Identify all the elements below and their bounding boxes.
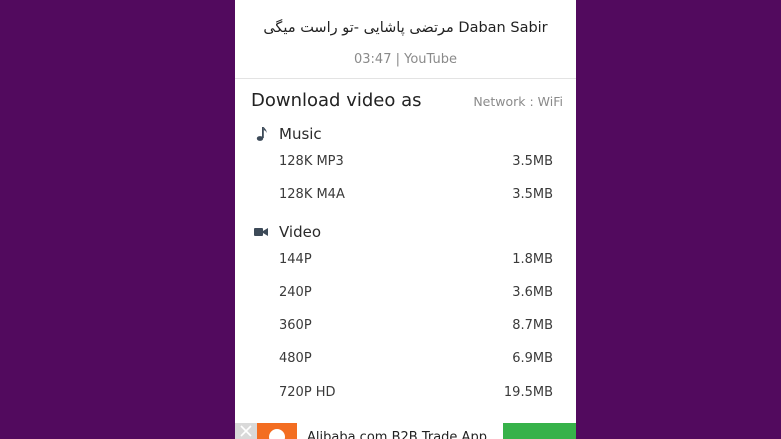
divider (235, 78, 576, 79)
ad-text: Alibaba.com B2B Trade App (307, 430, 487, 439)
video-option-720p-hd[interactable]: 720P HD 19.5MB (279, 381, 553, 403)
video-camera-icon (251, 222, 271, 242)
video-option-480p[interactable]: 480P 6.9MB (279, 347, 553, 369)
option-size: 3.6MB (512, 284, 553, 300)
video-option-240p[interactable]: 240P 3.6MB (279, 281, 553, 303)
option-format: 360P (279, 317, 312, 333)
ad-install-button[interactable] (503, 423, 576, 439)
option-size: 3.5MB (512, 153, 553, 169)
video-section-label: Video (279, 223, 322, 241)
option-format: 240P (279, 284, 312, 300)
video-title: مرتضی پاشایی -تو راست میگی Daban Sabir (263, 20, 548, 36)
ad-app-logo-icon (257, 423, 297, 439)
music-section-header: Music (251, 123, 322, 145)
option-format: 144P (279, 251, 312, 267)
dialog-heading: Download video as (251, 90, 422, 111)
option-format: 128K MP3 (279, 153, 344, 169)
video-meta: 03:47 | YouTube (354, 52, 457, 67)
video-section-header: Video (251, 221, 321, 243)
option-size: 1.8MB (512, 251, 553, 267)
option-format: 720P HD (279, 384, 336, 400)
video-option-144p[interactable]: 144P 1.8MB (279, 248, 553, 270)
option-size: 6.9MB (512, 350, 553, 366)
music-note-icon (251, 124, 271, 144)
ad-banner[interactable]: Alibaba.com B2B Trade App (235, 423, 576, 439)
option-size: 8.7MB (512, 317, 553, 333)
close-icon[interactable] (235, 423, 257, 439)
video-option-360p[interactable]: 360P 8.7MB (279, 314, 553, 336)
option-format: 480P (279, 350, 312, 366)
option-size: 3.5MB (512, 186, 553, 202)
network-status: Network : WiFi (473, 94, 563, 109)
music-option-128k-mp3[interactable]: 128K MP3 3.5MB (279, 150, 553, 172)
option-format: 128K M4A (279, 186, 345, 202)
music-option-128k-m4a[interactable]: 128K M4A 3.5MB (279, 183, 553, 205)
option-size: 19.5MB (503, 384, 553, 400)
music-section-label: Music (279, 125, 322, 143)
download-dialog: مرتضی پاشایی -تو راست میگی Daban Sabir 0… (235, 0, 576, 439)
